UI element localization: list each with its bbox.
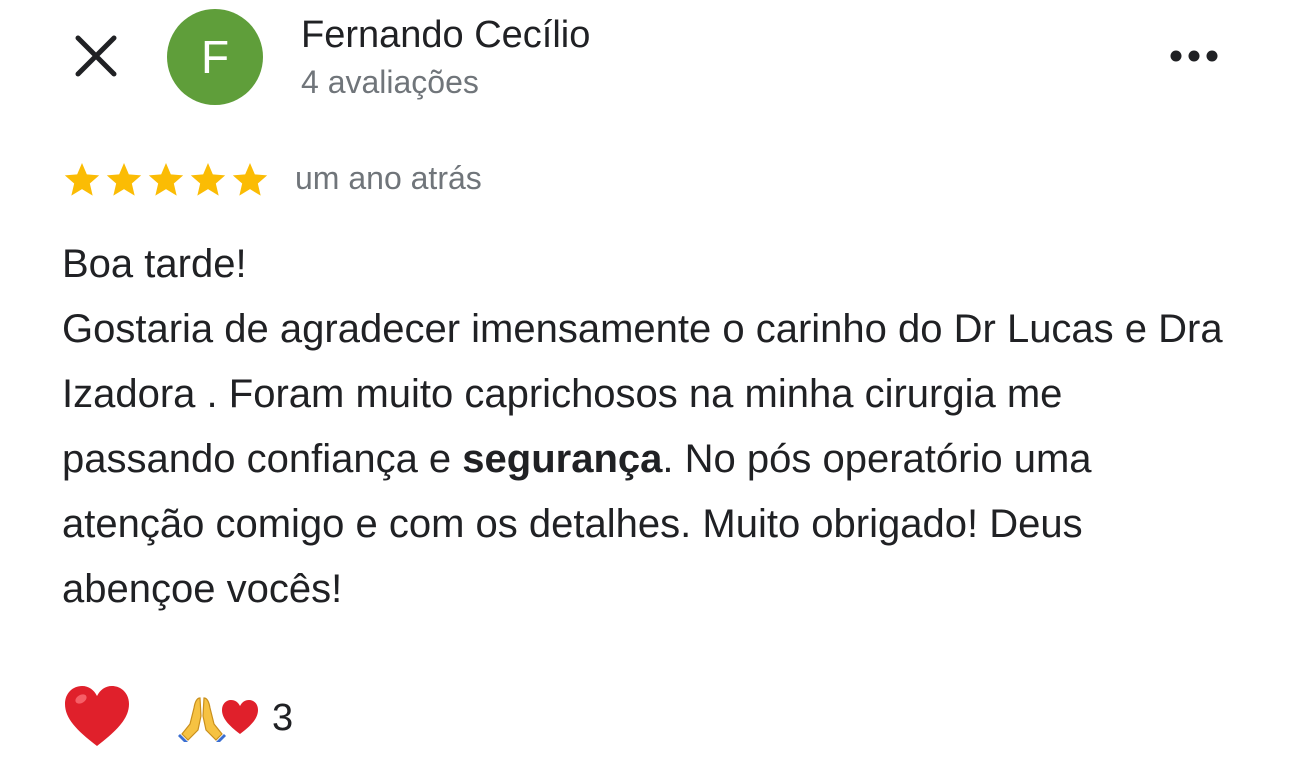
review-paragraph: Boa tarde!	[62, 232, 1242, 297]
heart-icon	[65, 686, 129, 746]
review-text: Boa tarde! Gostaria de agradecer imensame…	[62, 232, 1242, 622]
author-name[interactable]: Fernando Cecílio	[301, 12, 590, 58]
review-timestamp: um ano atrás	[295, 160, 482, 196]
star-icon	[190, 163, 226, 196]
more-horizontal-icon	[1170, 50, 1218, 62]
heart-icon	[222, 700, 258, 734]
pray-icon	[178, 697, 226, 742]
star-rating	[62, 160, 270, 200]
review-text-highlight: segurança	[462, 437, 663, 481]
close-icon	[75, 35, 117, 77]
react-heart-button[interactable]	[62, 682, 132, 752]
review-text-segment: Boa tarde!	[62, 242, 247, 286]
close-button[interactable]	[70, 30, 122, 82]
avatar[interactable]: F	[167, 9, 263, 105]
author-review-count: 4 avaliações	[301, 64, 479, 100]
reaction-icons	[178, 694, 260, 742]
review-paragraph: Gostaria de agradecer imensamente o cari…	[62, 297, 1242, 622]
star-icon	[64, 163, 100, 196]
reactions-summary[interactable]: 3	[178, 692, 293, 744]
more-options-button[interactable]	[1160, 34, 1228, 78]
star-icon	[232, 163, 268, 196]
star-icon	[106, 163, 142, 196]
star-icon	[148, 163, 184, 196]
reaction-count: 3	[272, 697, 294, 739]
